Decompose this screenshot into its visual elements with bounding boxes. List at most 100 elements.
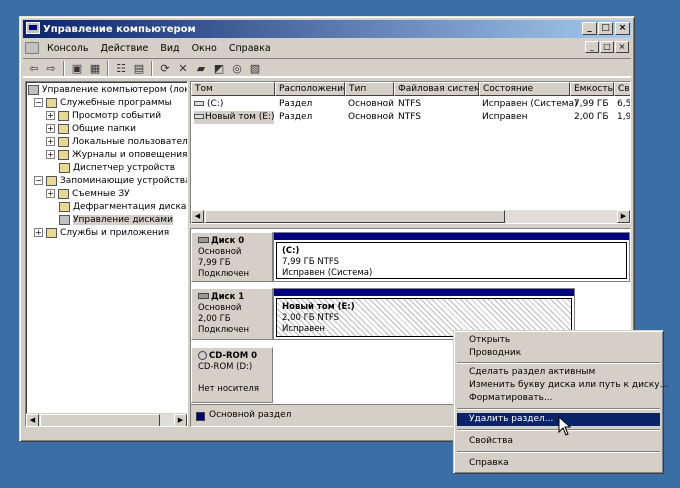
expand-icon[interactable]: + xyxy=(46,150,55,159)
disk-1-label[interactable]: Диск 1 Основной 2,00 ГБ Подключен xyxy=(191,288,273,340)
tree-item-services-apps[interactable]: + Службы и приложения xyxy=(34,227,169,240)
close-button[interactable]: × xyxy=(615,22,630,35)
volume-list[interactable]: Том Расположение Тип Файловая система Со… xyxy=(190,81,631,224)
mdi-restore-button[interactable]: □ xyxy=(600,41,614,53)
context-menu: Открыть Проводник Сделать раздел активны… xyxy=(453,330,668,474)
search-icon[interactable]: ◎ xyxy=(229,61,245,76)
context-help[interactable]: Справка xyxy=(457,457,660,470)
list-horizontal-scrollbar[interactable]: ◀ ▶ xyxy=(191,210,630,223)
disk-0-label[interactable]: Диск 0 Основной 7,99 ГБ Подключен xyxy=(191,232,273,282)
context-change-drive-letter[interactable]: Изменить букву диска или путь к диску... xyxy=(457,379,668,392)
logs-icon xyxy=(58,149,69,160)
properties-icon[interactable]: ☷ xyxy=(113,61,129,76)
defrag-icon xyxy=(59,201,70,212)
tree-item-disk-management[interactable]: Управление дисками xyxy=(59,214,173,227)
context-open[interactable]: Открыть xyxy=(457,334,660,347)
toolbar-separator xyxy=(63,61,65,76)
tree-item-shared-folders[interactable]: + Общие папки xyxy=(46,123,136,136)
menu-help[interactable]: Справка xyxy=(223,43,277,54)
mouse-cursor-icon xyxy=(558,416,572,436)
tree-item-device-manager[interactable]: Диспетчер устройств xyxy=(59,162,175,175)
show-tree-icon[interactable]: ▦ xyxy=(87,61,103,76)
expand-icon[interactable]: + xyxy=(46,189,55,198)
disk-0-status: Подключен xyxy=(198,269,249,279)
up-folder-icon[interactable]: ▣ xyxy=(69,61,85,76)
collapse-icon[interactable]: − xyxy=(34,98,43,107)
hard-disk-icon xyxy=(198,237,209,243)
title-bar[interactable]: Управление компьютером _ □ × xyxy=(23,20,631,38)
status-cell: Исправен (Система) xyxy=(482,99,578,109)
toolbar: ⇦ ⇨ ▣ ▦ ☷ ▤ ⟳ ✕ ▰ ◩ ◎ ▧ xyxy=(23,58,631,78)
back-icon[interactable]: ⇦ xyxy=(26,61,42,76)
column-header-layout[interactable]: Расположение xyxy=(275,82,345,96)
tree-item-defragmenter[interactable]: Дефрагментация диска xyxy=(59,201,186,214)
expand-icon[interactable]: + xyxy=(46,111,55,120)
help-icon[interactable]: ▤ xyxy=(131,61,147,76)
console-icon[interactable] xyxy=(25,42,39,54)
tree-item-local-users[interactable]: + Локальные пользователи xyxy=(46,136,187,149)
tree-item-system-tools[interactable]: − Служебные программы xyxy=(34,97,172,110)
drive-icon xyxy=(194,114,204,119)
expand-icon[interactable]: + xyxy=(46,124,55,133)
scroll-thumb[interactable] xyxy=(205,210,505,223)
expand-icon[interactable]: + xyxy=(46,137,55,146)
volume-name-cell: Новый том (E:) xyxy=(194,111,274,124)
device-manager-icon xyxy=(59,162,70,173)
tree-item-storage[interactable]: − Запоминающие устройства xyxy=(34,175,187,188)
console-tree[interactable]: Управление компьютером (локал − Служебные… xyxy=(25,81,188,427)
menu-window[interactable]: Окно xyxy=(186,43,223,54)
column-header-free-space[interactable]: Сво xyxy=(614,82,630,96)
tree-item-performance-logs[interactable]: +Журналы и оповещения пр xyxy=(46,149,187,162)
forward-icon[interactable]: ⇨ xyxy=(43,61,59,76)
delete-icon[interactable]: ✕ xyxy=(175,61,191,76)
mdi-close-button[interactable]: × xyxy=(615,41,629,53)
menu-separator xyxy=(457,362,660,364)
minimize-button[interactable]: _ xyxy=(582,22,597,35)
context-properties[interactable]: Свойства xyxy=(457,435,660,448)
status-cell: Исправен xyxy=(482,112,528,122)
context-mark-active[interactable]: Сделать раздел активным xyxy=(457,366,660,379)
tree-item-removable-storage[interactable]: + Съемные ЗУ xyxy=(46,188,130,201)
tree-root[interactable]: Управление компьютером (локал xyxy=(28,84,187,97)
column-header-capacity[interactable]: Емкость xyxy=(570,82,614,96)
maximize-button[interactable]: □ xyxy=(598,22,613,35)
open-icon[interactable]: ▰ xyxy=(193,61,209,76)
collapse-icon[interactable]: − xyxy=(34,176,43,185)
folder-icon xyxy=(58,123,69,134)
disk-1-name: Диск 1 xyxy=(198,292,272,303)
context-explore[interactable]: Проводник xyxy=(457,347,660,360)
removable-storage-icon xyxy=(58,188,69,199)
toolbar-separator xyxy=(107,61,109,76)
legend-label: Основной раздел xyxy=(209,410,292,420)
partition-c-body[interactable]: (C:) 7,99 ГБ NTFS Исправен (Система) xyxy=(276,242,627,279)
partition-status: Исправен (Система) xyxy=(282,268,373,278)
column-header-volume[interactable]: Том xyxy=(191,82,275,96)
column-header-type[interactable]: Тип xyxy=(345,82,394,96)
menu-bar: Консоль Действие Вид Окно Справка _ □ × xyxy=(23,39,631,57)
scroll-right-arrow-icon[interactable]: ▶ xyxy=(617,210,630,223)
computer-icon xyxy=(28,84,39,95)
cd-icon xyxy=(198,350,207,360)
disk-0-size: 7,99 ГБ xyxy=(198,258,231,268)
cdrom-0-label[interactable]: CD-ROM 0 CD-ROM (D:) Нет носителя xyxy=(191,346,273,403)
layout-cell: Раздел xyxy=(279,99,313,109)
menu-action[interactable]: Действие xyxy=(94,43,154,54)
partition-c[interactable]: (C:) 7,99 ГБ NTFS Исправен (Система) xyxy=(273,232,630,282)
context-format[interactable]: Форматировать... xyxy=(457,392,660,405)
refresh-icon[interactable]: ⟳ xyxy=(157,61,173,76)
capacity-cell: 7,99 ГБ xyxy=(574,99,609,109)
disk-0-type: Основной xyxy=(198,247,242,257)
scroll-left-arrow-icon[interactable]: ◀ xyxy=(191,210,204,223)
format-icon[interactable]: ▧ xyxy=(247,61,263,76)
mdi-minimize-button[interactable]: _ xyxy=(585,41,599,53)
menu-separator xyxy=(457,408,660,410)
tree-item-event-viewer[interactable]: + Просмотр событий xyxy=(46,110,161,123)
disk-1-size: 2,00 ГБ xyxy=(198,314,231,324)
expand-icon[interactable]: + xyxy=(34,228,43,237)
users-icon xyxy=(58,136,69,147)
menu-view[interactable]: Вид xyxy=(154,43,185,54)
column-header-filesystem[interactable]: Файловая система xyxy=(394,82,479,96)
column-header-status[interactable]: Состояние xyxy=(479,82,570,96)
menu-console[interactable]: Консоль xyxy=(41,43,94,54)
disk-icon[interactable]: ◩ xyxy=(211,61,227,76)
